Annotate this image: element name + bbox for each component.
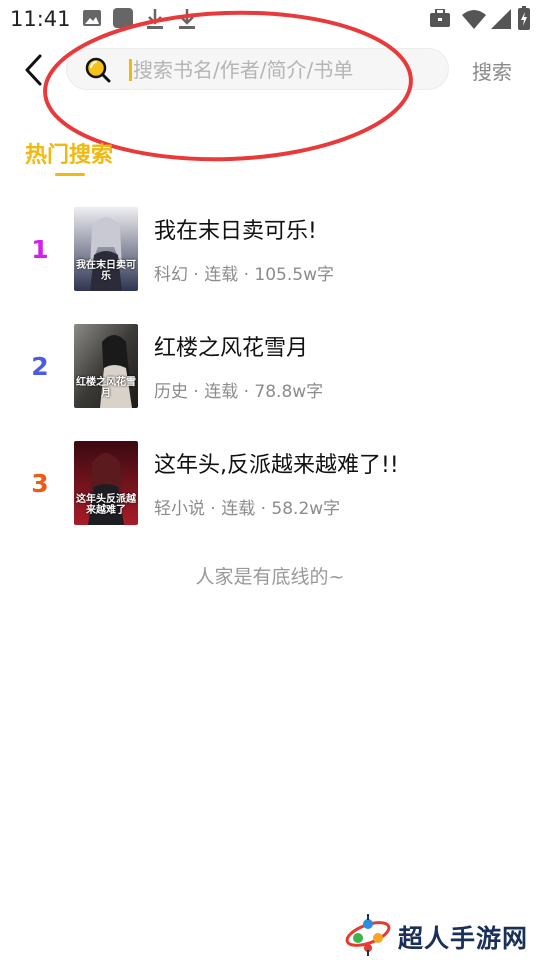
hot-search-item[interactable]: 3 这年头反派越来越难了 这年头,反派越来越难了!! 轻小说 · 连载 · 58… — [0, 441, 540, 533]
hot-search-title: 热门搜索 — [25, 143, 114, 168]
book-title: 我在末日卖可乐! — [154, 219, 317, 244]
search-button[interactable]: 搜索 — [472, 56, 512, 85]
watermark-logo-icon — [345, 914, 391, 956]
hot-search-item[interactable]: 2 红楼之风花雪月 红楼之风花雪月 历史 · 连载 · 78.8w字 — [0, 324, 540, 416]
book-cover: 红楼之风花雪月 — [74, 324, 138, 408]
battery-icon — [518, 6, 530, 34]
search-box[interactable] — [66, 48, 449, 90]
book-cover: 我在末日卖可乐 — [74, 207, 138, 291]
book-title: 这年头,反派越来越难了!! — [154, 453, 399, 478]
cover-title: 我在末日卖可乐 — [76, 260, 136, 282]
download-icon — [146, 8, 164, 34]
rank-number: 1 — [31, 235, 49, 264]
text-caret — [129, 59, 132, 81]
app-square-icon — [112, 8, 134, 32]
end-of-list-note: 人家是有底线的~ — [195, 566, 345, 588]
watermark-text: 超人手游网 — [398, 924, 529, 953]
status-bar: 11:41 — [0, 0, 540, 38]
briefcase-icon — [429, 8, 451, 31]
watermark: 超人手游网 — [344, 910, 540, 960]
section-underline — [55, 173, 85, 176]
book-meta: 轻小说 · 连载 · 58.2w字 — [154, 499, 341, 519]
back-button[interactable] — [18, 50, 54, 90]
rank-number: 3 — [31, 469, 49, 498]
search-icon — [85, 57, 111, 83]
hot-search-item[interactable]: 1 我在末日卖可乐 我在末日卖可乐! 科幻 · 连载 · 105.5w字 — [0, 207, 540, 299]
search-page: 11:41 搜索书名/作者/简介/书单 搜索 热门搜索 1 我在末日卖可乐 我在… — [0, 0, 540, 960]
book-meta: 科幻 · 连载 · 105.5w字 — [154, 265, 334, 285]
download-icon — [178, 8, 196, 34]
search-input[interactable] — [133, 55, 433, 85]
image-icon — [82, 9, 102, 31]
book-title: 红楼之风花雪月 — [154, 336, 309, 361]
signal-icon — [490, 9, 512, 33]
book-meta: 历史 · 连载 · 78.8w字 — [154, 382, 324, 402]
book-cover: 这年头反派越来越难了 — [74, 441, 138, 525]
cover-title: 这年头反派越来越难了 — [76, 494, 136, 516]
rank-number: 2 — [31, 352, 49, 381]
wifi-icon — [461, 9, 487, 33]
status-time: 11:41 — [10, 7, 71, 31]
chevron-left-icon — [25, 54, 42, 86]
cover-title: 红楼之风花雪月 — [76, 377, 136, 399]
